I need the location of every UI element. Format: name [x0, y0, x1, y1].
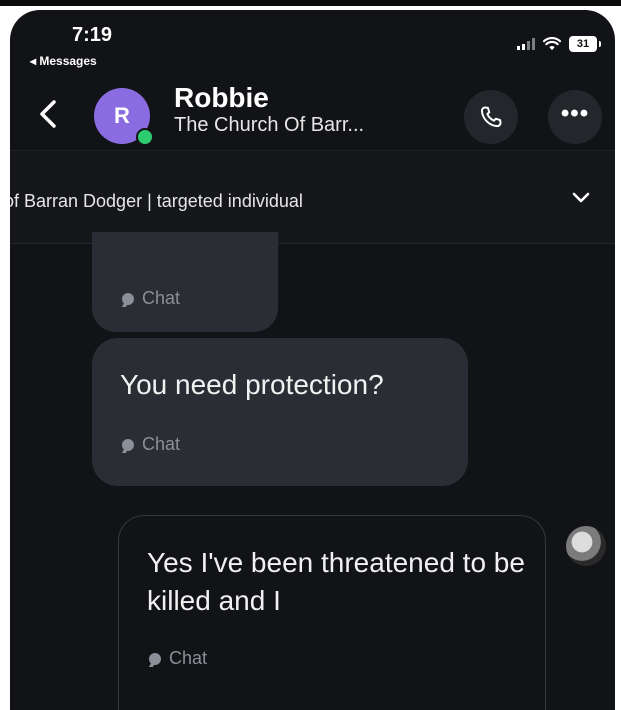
top-bezel: [0, 0, 621, 6]
phone-icon: [480, 106, 502, 128]
chat-tag: Chat: [149, 648, 207, 669]
ellipsis-icon: •••: [560, 100, 590, 127]
chat-tag-label: Chat: [169, 648, 208, 668]
message-text: You need protection?: [120, 369, 384, 400]
more-options-button[interactable]: •••: [548, 90, 602, 144]
message-bubble[interactable]: You need protection? Chat: [92, 338, 468, 486]
chat-bubble-icon: [149, 652, 161, 665]
status-icons: 31: [517, 36, 601, 52]
message-text: Yes I've been threatened to be killed an…: [147, 547, 525, 616]
message-bubble[interactable]: Yes I've been threatened to be killed an…: [118, 515, 546, 710]
signal-icon: [517, 38, 535, 50]
phone-screen: 7:19 ◂ Messages 31 R Robbie The Church O…: [10, 10, 615, 710]
contact-name[interactable]: Robbie: [174, 82, 269, 114]
chat-bubble-icon: [122, 438, 134, 451]
wifi-icon: [543, 37, 561, 51]
message-bubble[interactable]: Chat: [92, 232, 278, 332]
contact-subtitle[interactable]: The Church Of Barr...: [174, 114, 434, 137]
topic-bar[interactable]: of Barran Dodger | targeted individual: [10, 150, 615, 244]
chat-tag-label: Chat: [142, 434, 181, 454]
battery-icon: 31: [569, 36, 601, 52]
back-chevron-icon[interactable]: [34, 94, 64, 134]
chat-bubble-icon: [122, 292, 134, 305]
call-button[interactable]: [464, 90, 518, 144]
chat-tag: Chat: [122, 434, 180, 455]
status-time: 7:19: [72, 24, 113, 46]
chat-tag: Chat: [122, 288, 180, 309]
online-status-dot: [136, 128, 154, 146]
chevron-down-icon[interactable]: [569, 185, 593, 209]
topic-text: of Barran Dodger | targeted individual: [10, 191, 303, 211]
sender-avatar[interactable]: [566, 526, 606, 566]
chat-tag-label: Chat: [142, 288, 181, 308]
back-to-messages-link[interactable]: ◂ Messages: [30, 54, 97, 68]
